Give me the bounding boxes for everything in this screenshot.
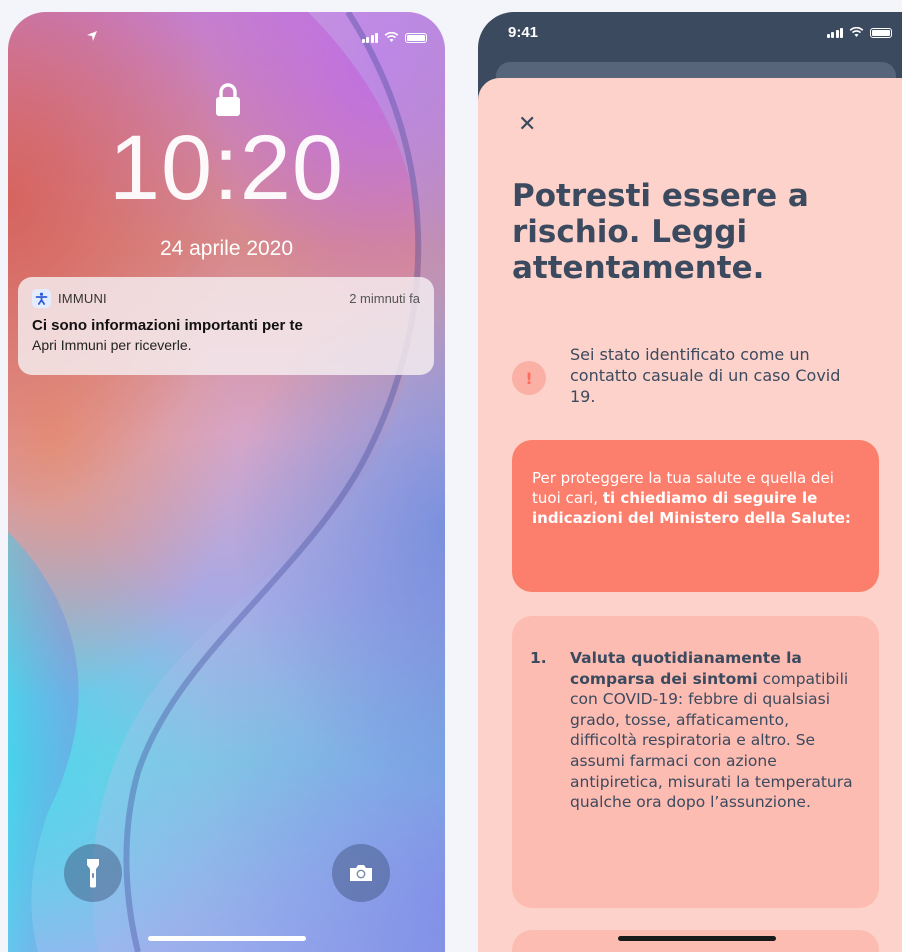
notification-time: 2 mimnuti fa: [349, 291, 420, 306]
immuni-app-icon: [32, 289, 51, 308]
location-arrow-icon: [87, 31, 97, 41]
step-card-next: [512, 930, 879, 952]
close-icon: ✕: [518, 112, 537, 137]
camera-button[interactable]: [332, 844, 390, 902]
ministry-instructions-card: Per proteggere la tua salute e quella de…: [512, 440, 879, 592]
immuni-screen: 9:41 ✕ Potresti essere a rischio. Leggi …: [478, 12, 902, 952]
flashlight-icon: [87, 859, 99, 888]
battery-icon: [870, 27, 892, 38]
notification-card[interactable]: IMMUNI 2 mimnuti fa Ci sono informazioni…: [18, 277, 434, 375]
step-card: 1. Valuta quotidianamente la comparsa de…: [512, 616, 879, 908]
status-bar: 9:41: [508, 24, 892, 41]
home-indicator[interactable]: [148, 936, 306, 941]
step-text: compatibili con COVID-19: febbre di qual…: [570, 669, 853, 812]
battery-icon: [405, 32, 427, 43]
wifi-icon: [849, 27, 864, 37]
status-bar: [8, 30, 445, 50]
notification-app-name: IMMUNI: [58, 291, 107, 306]
flashlight-button[interactable]: [64, 844, 122, 902]
status-time: 9:41: [508, 24, 539, 41]
lock-date: 24 aprile 2020: [159, 237, 294, 260]
wifi-icon: [384, 32, 399, 42]
camera-icon: [350, 865, 372, 881]
exclamation-icon: !: [512, 361, 546, 395]
risk-alert: ! Sei stato identificato come un contatt…: [512, 344, 872, 414]
alert-text: Sei stato identificato come un contatto …: [570, 345, 841, 406]
signal-icon: [826, 27, 843, 38]
home-indicator[interactable]: [618, 936, 776, 941]
modal-sheet: ✕ Potresti essere a rischio. Leggi atten…: [478, 78, 902, 952]
notification-body: Apri Immuni per riceverle.: [32, 337, 192, 353]
notification-title: Ci sono informazioni importanti per te: [32, 317, 303, 334]
lock-screen: 10:20 24 aprile 2020 IMMUNI 2 mimnuti fa…: [8, 12, 445, 952]
page-title: Potresti essere a rischio. Leggi attenta…: [512, 178, 809, 286]
lock-time: 10:20: [108, 117, 345, 219]
step-number: 1.: [530, 649, 547, 667]
signal-icon: [361, 32, 378, 43]
close-button[interactable]: ✕: [518, 112, 536, 137]
lock-icon: [216, 83, 240, 116]
